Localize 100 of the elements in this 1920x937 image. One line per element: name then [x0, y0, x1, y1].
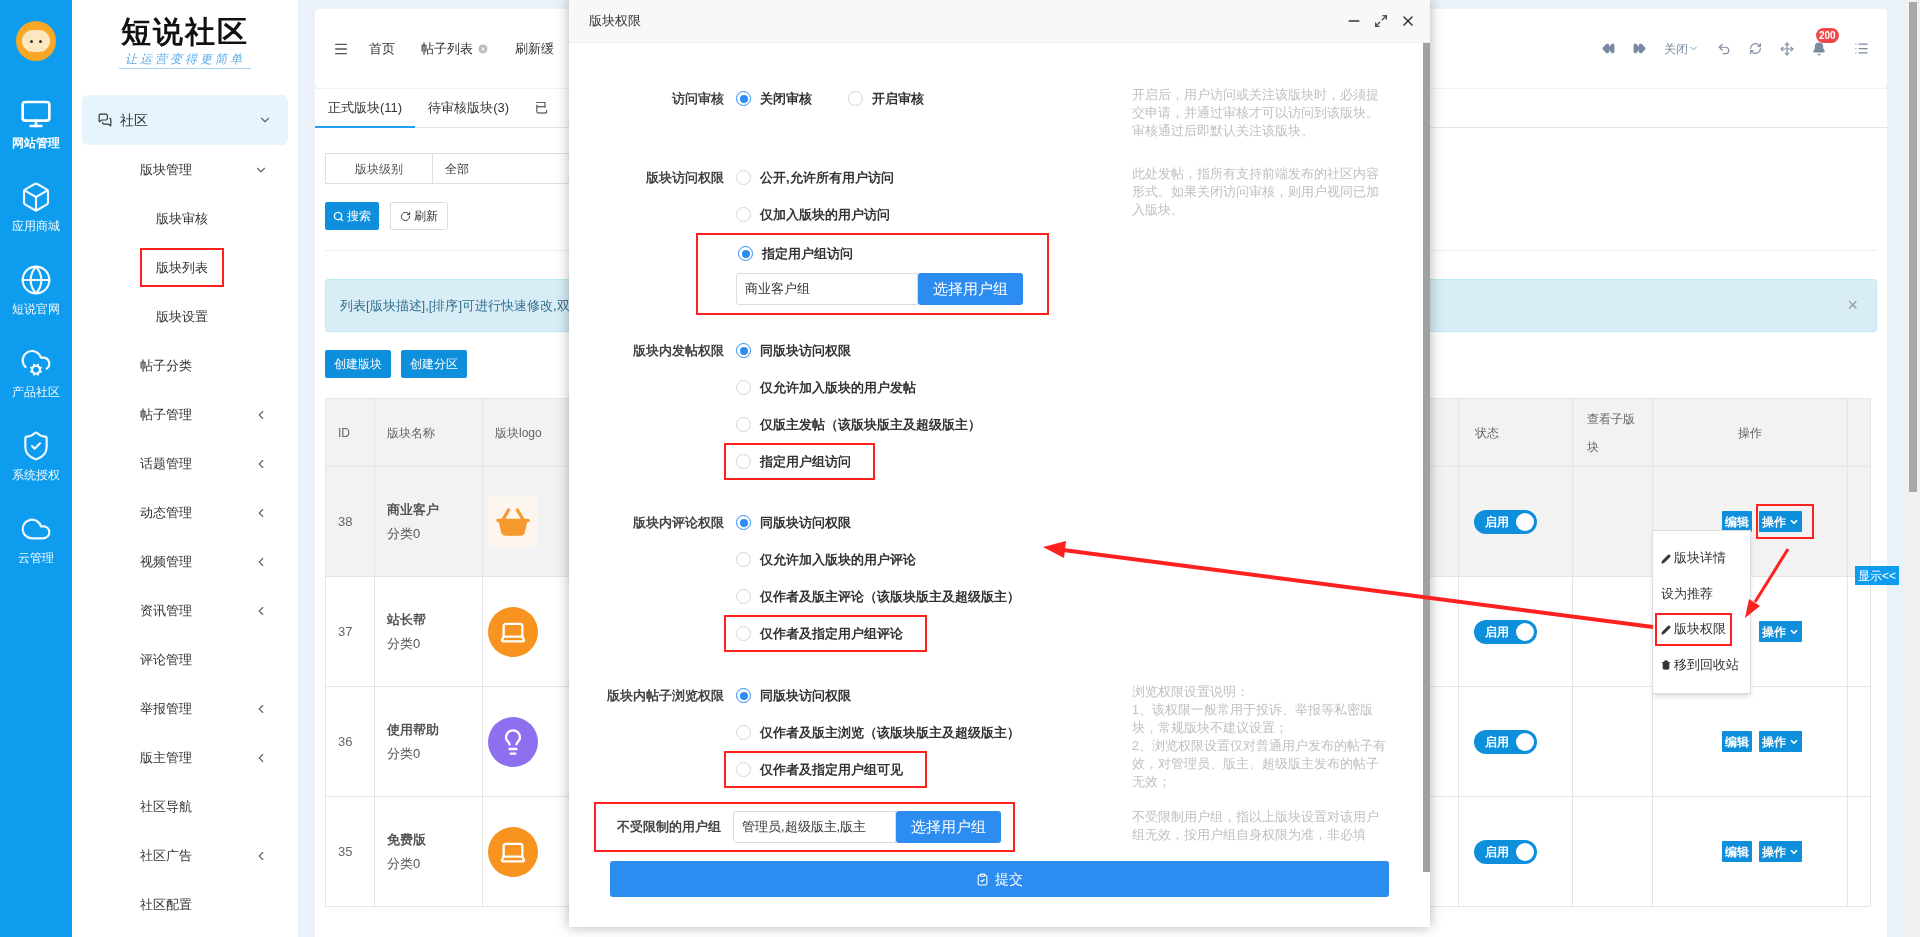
radio-option[interactable]: 指定用户组访问	[724, 443, 875, 480]
board-category: 分类0	[387, 634, 422, 653]
group-field[interactable]: 商业客户组	[736, 273, 918, 305]
radio-option[interactable]: 同版块访问权限	[724, 504, 875, 541]
move-icon[interactable]	[1780, 41, 1794, 56]
modal-title: 版块权限	[589, 12, 642, 31]
dropdown-item[interactable]: 版块详情	[1655, 542, 1732, 576]
group-field[interactable]: 管理员,超级版主,版主	[733, 811, 896, 843]
content-tab[interactable]: 正式版块(11)	[315, 89, 416, 128]
radio-button[interactable]	[736, 515, 751, 530]
create-button[interactable]: 创建分区	[401, 350, 467, 378]
field-label: 不受限制的用户组	[616, 818, 721, 837]
menu-item[interactable]: 举报管理	[72, 684, 298, 733]
maximize-icon[interactable]	[1374, 14, 1388, 28]
menu-item[interactable]: 动态管理	[72, 488, 298, 537]
field-label: 访问审核	[670, 89, 724, 108]
radio-option[interactable]: 关闭审核	[724, 80, 836, 117]
menu-item[interactable]: 版主管理	[72, 733, 298, 782]
action-button[interactable]: 编辑	[1722, 511, 1752, 532]
status-toggle[interactable]: 启用	[1474, 839, 1537, 864]
action-button[interactable]: 编辑	[1722, 731, 1752, 752]
action-button[interactable]: 编辑	[1722, 841, 1752, 862]
id-cell: 35	[326, 797, 375, 906]
clipboard-icon	[976, 872, 989, 886]
radio-option[interactable]: 仅作者及指定用户组评论	[724, 615, 927, 652]
menu-item[interactable]: 评论管理	[72, 635, 298, 684]
rewind-icon[interactable]	[1602, 42, 1615, 55]
dropdown-item[interactable]: 移到回收站	[1655, 648, 1745, 682]
menu-item[interactable]: 社区广告	[72, 831, 298, 880]
radio-option[interactable]: 同版块访问权限	[724, 677, 875, 714]
menu-item[interactable]: 社区配置	[72, 880, 298, 929]
board-category: 分类0	[387, 744, 422, 763]
brand-slogan: 让运营变得更简单	[119, 50, 251, 69]
field-label: 版块内发帖权限	[632, 341, 724, 360]
refresh-button[interactable]: 刷新	[390, 202, 448, 230]
action-button[interactable]: 操作	[1759, 511, 1802, 532]
undo-icon[interactable]	[1717, 41, 1731, 56]
menu-item[interactable]: 版块管理	[72, 145, 298, 194]
modal-scrollbar[interactable]	[1423, 43, 1430, 872]
search-button[interactable]: 搜索	[325, 202, 379, 230]
refresh-icon[interactable]	[1749, 42, 1762, 55]
status-toggle[interactable]: 启用	[1474, 509, 1537, 534]
radio-option[interactable]: 仅允许加入版块的用户发帖	[724, 369, 940, 406]
submenu-item[interactable]: 版块列表	[140, 247, 224, 288]
notification-badge: 200	[1816, 27, 1839, 43]
bell-icon[interactable]	[1812, 41, 1826, 56]
radio-button[interactable]	[738, 246, 753, 261]
content-tab[interactable]: 已	[522, 89, 562, 128]
menu-item[interactable]: 社区导航	[72, 782, 298, 831]
menu-group[interactable]: 社区	[82, 95, 288, 145]
action-button[interactable]: 操作	[1759, 841, 1802, 862]
action-button[interactable]: 操作	[1759, 731, 1802, 752]
menu-item[interactable]: 帖子管理	[72, 390, 298, 439]
create-button[interactable]: 创建版块	[325, 350, 391, 378]
rail-icon	[20, 263, 52, 296]
brand-name: 短说社区	[121, 14, 249, 50]
search-icon	[333, 210, 344, 222]
radio-option[interactable]: 同版块访问权限	[724, 332, 875, 369]
radio-option[interactable]: 公开,允许所有用户访问	[724, 159, 918, 196]
menu-item[interactable]: 帖子分类	[72, 341, 298, 390]
page-tab[interactable]: 帖子列表	[421, 38, 489, 59]
status-toggle[interactable]: 启用	[1474, 729, 1537, 754]
page-tab[interactable]: 首页	[369, 38, 395, 59]
fast-forward-icon[interactable]	[1633, 42, 1646, 55]
radio-option[interactable]: 指定用户组访问	[736, 235, 1023, 272]
radio-option[interactable]: 仅允许加入版块的用户评论	[724, 541, 940, 578]
board-category: 分类0	[387, 524, 422, 543]
list-icon[interactable]	[1854, 41, 1869, 56]
page-scrollbar[interactable]	[1905, 0, 1920, 937]
field-label: 版块内帖子浏览权限	[606, 686, 724, 705]
alert-text: 列表[版块描述],[排序]可进行快速修改,双	[340, 296, 571, 315]
chat-icon	[98, 113, 112, 127]
dropdown-item[interactable]: 版块权限	[1655, 613, 1732, 647]
dropdown-item[interactable]: 设为推荐	[1655, 577, 1719, 611]
close-menu-button[interactable]: 关闭	[1664, 39, 1699, 58]
submenu-item[interactable]: 版块设置	[140, 296, 224, 337]
menu-item[interactable]: 视频管理	[72, 537, 298, 586]
menu-item[interactable]: 话题管理	[72, 439, 298, 488]
menu-item[interactable]: 资讯管理	[72, 586, 298, 635]
board-name: 免费版	[387, 831, 427, 849]
radio-option[interactable]: 仅作者及版主评论（该版块版主及超级版主）	[724, 578, 1044, 615]
content-tab[interactable]: 待审核版块(3)	[415, 89, 523, 128]
page-tab[interactable]: 刷新缓	[515, 38, 554, 59]
radio-button[interactable]	[736, 688, 751, 703]
field-label: 版块内评论权限	[632, 513, 724, 532]
radio-option[interactable]: 开启审核	[836, 80, 948, 117]
radio-button[interactable]	[736, 343, 751, 358]
radio-option[interactable]: 仅加入版块的用户访问	[724, 196, 914, 233]
radio-option[interactable]: 仅作者及版主浏览（该版块版主及超级版主）	[724, 714, 1044, 751]
status-toggle[interactable]: 启用	[1474, 619, 1537, 644]
close-icon[interactable]	[1400, 13, 1416, 29]
rail-icon	[20, 180, 52, 213]
radio-option[interactable]: 仅作者及指定用户组可见	[724, 751, 927, 788]
radio-option[interactable]: 仅版主发帖（该版块版主及超级版主）	[724, 406, 1005, 443]
board-name: 使用帮助	[387, 721, 440, 739]
submenu-item[interactable]: 版块审核	[140, 198, 224, 239]
trash-icon	[1661, 660, 1671, 671]
field-label: 版块访问权限	[645, 168, 724, 187]
action-button[interactable]: 操作	[1759, 621, 1802, 642]
radio-button[interactable]	[736, 91, 751, 106]
